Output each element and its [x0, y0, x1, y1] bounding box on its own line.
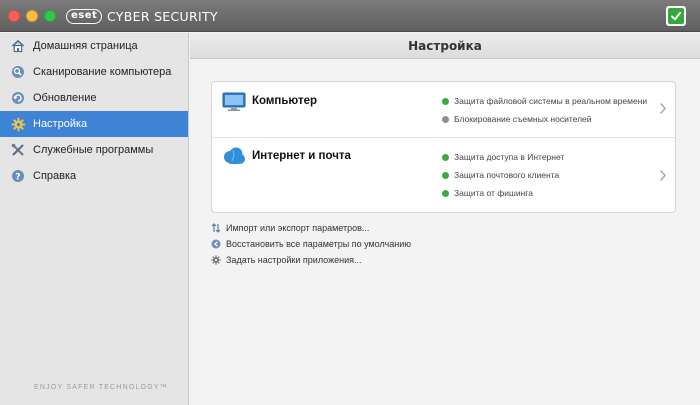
status-on-icon: [442, 189, 449, 197]
feature-item[interactable]: Блокирование съемных носителей: [442, 114, 592, 124]
update-icon: [10, 90, 26, 106]
feature-item[interactable]: Защита файловой системы в реальном време…: [442, 96, 647, 106]
status-on-icon: [442, 171, 449, 179]
sidebar-item-tools[interactable]: Служебные программы: [0, 137, 188, 163]
help-icon: ?: [10, 168, 26, 184]
feature-item[interactable]: Защита от фишинга: [442, 188, 533, 198]
monitor-icon: [222, 92, 246, 112]
title-bar: eset CYBER SECURITY: [0, 0, 700, 32]
section-title-computer: Компьютер: [252, 95, 318, 107]
sidebar-item-label: Справка: [33, 170, 77, 182]
app-preferences-link[interactable]: Задать настройки приложения...: [211, 255, 361, 265]
section-internet-mail[interactable]: Интернет и почта Защита доступа в Интерн…: [212, 138, 675, 213]
import-export-link[interactable]: Импорт или экспорт параметров...: [211, 223, 369, 233]
window-maximize-button[interactable]: [44, 10, 56, 22]
chevron-right-icon[interactable]: [659, 102, 667, 118]
settings-gear-icon: [10, 116, 26, 132]
home-icon: [10, 38, 26, 54]
sidebar: Домашняя страница Сканирование компьютер…: [0, 33, 189, 405]
eset-logo: eset: [66, 9, 103, 24]
tools-icon: [10, 142, 26, 158]
status-on-icon: [442, 97, 449, 105]
section-computer[interactable]: Компьютер Защита файловой системы в реал…: [212, 82, 675, 138]
checkmark-icon: [668, 8, 684, 24]
app-title: CYBER SECURITY: [107, 9, 218, 24]
section-title-internet-mail: Интернет и почта: [252, 150, 351, 162]
footer-tagline: ENJOY SAFER TECHNOLOGY™: [34, 384, 168, 391]
restore-defaults-link[interactable]: Восстановить все параметры по умолчанию: [211, 239, 411, 249]
status-on-icon: [442, 153, 449, 161]
sidebar-item-label: Домашняя страница: [33, 40, 138, 52]
restore-icon: [211, 239, 221, 249]
sidebar-item-label: Настройка: [33, 118, 88, 130]
sidebar-item-label: Обновление: [33, 92, 97, 104]
app-window: eset CYBER SECURITY Домашняя страница Ск…: [0, 0, 700, 405]
window-close-button[interactable]: [8, 10, 20, 22]
gear-icon: [211, 255, 221, 265]
status-off-icon: [442, 115, 449, 123]
sidebar-item-scan[interactable]: Сканирование компьютера: [0, 59, 188, 85]
protection-status-button[interactable]: [666, 6, 686, 26]
sidebar-item-update[interactable]: Обновление: [0, 85, 188, 111]
sidebar-item-label: Сканирование компьютера: [33, 66, 172, 78]
page-title: Настройка: [190, 33, 700, 59]
feature-item[interactable]: Защита доступа в Интернет: [442, 152, 564, 162]
feature-item[interactable]: Защита почтового клиента: [442, 170, 559, 180]
window-minimize-button[interactable]: [26, 10, 38, 22]
import-export-icon: [211, 223, 221, 233]
scan-icon: [10, 64, 26, 80]
settings-card: Компьютер Защита файловой системы в реал…: [211, 81, 676, 213]
chevron-right-icon[interactable]: [659, 169, 667, 185]
sidebar-item-label: Служебные программы: [33, 144, 154, 156]
main-panel: Настройка Компьютер Защита файловой сист…: [190, 33, 700, 405]
sidebar-item-settings[interactable]: Настройка: [0, 111, 188, 137]
sidebar-item-home[interactable]: Домашняя страница: [0, 33, 188, 59]
svg-text:?: ?: [15, 173, 20, 183]
cloud-icon: [222, 146, 246, 166]
sidebar-item-help[interactable]: ? Справка: [0, 163, 188, 189]
